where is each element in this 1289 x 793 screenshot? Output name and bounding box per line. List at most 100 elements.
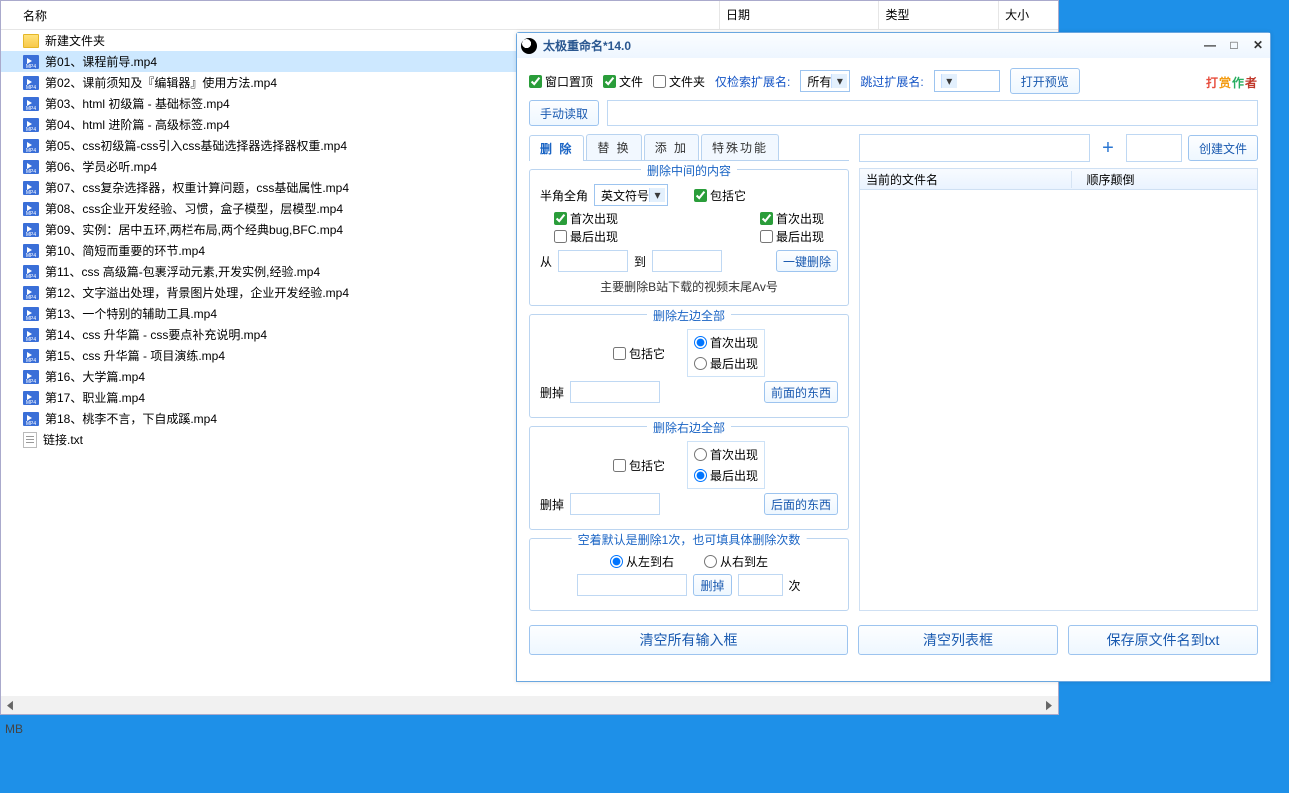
skip-ext-label: 跳过扩展名: xyxy=(860,73,923,90)
include-checkbox-1[interactable]: 包括它 xyxy=(694,187,746,204)
col-type[interactable]: 类型 xyxy=(878,1,998,29)
tab-special[interactable]: 特殊功能 xyxy=(701,134,779,160)
pin-checkbox[interactable]: 窗口置顶 xyxy=(529,73,593,90)
front-button[interactable]: 前面的东西 xyxy=(764,381,838,403)
col-name[interactable]: 名称 xyxy=(1,7,719,24)
first-radio-r[interactable]: 首次出现 xyxy=(694,446,758,463)
symbol-select[interactable]: 英文符号▾ xyxy=(594,184,668,206)
tabs: 删 除 替 换 添 加 特殊功能 xyxy=(529,134,849,161)
clear-list-button[interactable]: 清空列表框 xyxy=(858,625,1058,655)
only-ext-label: 仅检索扩展名: xyxy=(715,73,790,90)
video-icon xyxy=(23,76,39,90)
group-delete-middle: 删除中间的内容 半角全角 英文符号▾ 包括它 首次出现 最后出现 首次出现 最后… xyxy=(529,169,849,306)
path-input[interactable] xyxy=(607,100,1258,126)
footer: 清空所有输入框 清空列表框 保存原文件名到txt xyxy=(517,619,1270,665)
include-checkbox-2[interactable]: 包括它 xyxy=(613,345,665,362)
status-bar: MB xyxy=(5,722,23,736)
file-name: 第03、html 初级篇 - 基础标签.mp4 xyxy=(45,95,230,112)
to-input[interactable] xyxy=(652,250,722,272)
explorer-header: 名称 日期 类型 大小 xyxy=(1,1,1058,30)
file-name: 第14、css 升华篇 - css要点补充说明.mp4 xyxy=(45,326,267,343)
ext-select[interactable]: 所有▾ xyxy=(800,70,850,92)
file-list-body[interactable] xyxy=(859,190,1258,611)
col-date[interactable]: 日期 xyxy=(719,1,879,29)
from-input[interactable] xyxy=(558,250,628,272)
tab-replace[interactable]: 替 换 xyxy=(586,134,641,160)
from-label: 从 xyxy=(540,253,552,270)
video-icon xyxy=(23,181,39,195)
maximize-icon[interactable]: □ xyxy=(1226,39,1242,53)
file-name: 第07、css复杂选择器，权重计算问题，css基础属性.mp4 xyxy=(45,179,349,196)
include-checkbox-3[interactable]: 包括它 xyxy=(613,457,665,474)
video-icon xyxy=(23,307,39,321)
ext-input[interactable] xyxy=(1126,134,1182,162)
group-delete-right: 删除右边全部 包括它 首次出现 最后出现 删掉 后面的东西 xyxy=(529,426,849,530)
last-checkbox-l[interactable]: 最后出现 xyxy=(554,228,618,245)
first-checkbox-r[interactable]: 首次出现 xyxy=(760,210,824,227)
titlebar[interactable]: 太极重命名*14.0 — □ ✕ xyxy=(517,33,1270,58)
left-panel: 删 除 替 换 添 加 特殊功能 删除中间的内容 半角全角 英文符号▾ 包括它 … xyxy=(529,134,849,611)
video-icon xyxy=(23,244,39,258)
reward-label[interactable]: 打赏作者 xyxy=(1206,70,1258,93)
window-title: 太极重命名*14.0 xyxy=(543,37,631,54)
minimize-icon[interactable]: — xyxy=(1202,39,1218,53)
app-icon xyxy=(521,38,537,54)
video-icon xyxy=(23,370,39,384)
video-icon xyxy=(23,139,39,153)
del-count-button[interactable]: 删掉 xyxy=(693,574,731,596)
rtl-radio[interactable]: 从右到左 xyxy=(704,553,768,570)
file-name: 第17、职业篇.mp4 xyxy=(45,389,145,406)
file-name: 第08、css企业开发经验、习惯，盒子模型，层模型.mp4 xyxy=(45,200,343,217)
del-right-input[interactable] xyxy=(570,493,660,515)
new-file-input[interactable] xyxy=(859,134,1090,162)
create-file-button[interactable]: 创建文件 xyxy=(1188,135,1258,161)
close-icon[interactable]: ✕ xyxy=(1250,39,1266,53)
del-left-input[interactable] xyxy=(570,381,660,403)
video-icon xyxy=(23,160,39,174)
folder-checkbox[interactable]: 文件夹 xyxy=(653,73,705,90)
del-label-3: 删掉 xyxy=(540,496,564,513)
preview-button[interactable]: 打开预览 xyxy=(1010,68,1080,94)
last-radio-r[interactable]: 最后出现 xyxy=(694,467,758,484)
file-name: 第09、实例：居中五环,两栏布局,两个经典bug,BFC.mp4 xyxy=(45,221,343,238)
file-checkbox[interactable]: 文件 xyxy=(603,73,643,90)
file-name: 第12、文字溢出处理，背景图片处理，企业开发经验.mp4 xyxy=(45,284,349,301)
save-txt-button[interactable]: 保存原文件名到txt xyxy=(1068,625,1258,655)
back-button[interactable]: 后面的东西 xyxy=(764,493,838,515)
ltr-radio[interactable]: 从左到右 xyxy=(610,553,674,570)
top-toolbar: 窗口置顶 文件 文件夹 仅检索扩展名: 所有▾ 跳过扩展名: ▾ 打开预览 打赏… xyxy=(517,58,1270,98)
tab-add[interactable]: 添 加 xyxy=(644,134,699,160)
tab-delete[interactable]: 删 除 xyxy=(529,135,584,161)
file-name: 第02、课前须知及『编辑器』使用方法.mp4 xyxy=(45,74,277,91)
skip-ext-select[interactable]: ▾ xyxy=(934,70,1000,92)
scroll-right-icon[interactable]: ▸ xyxy=(1040,696,1058,714)
manual-read-button[interactable]: 手动读取 xyxy=(529,100,599,126)
last-checkbox-r[interactable]: 最后出现 xyxy=(760,228,824,245)
col-current-name[interactable]: 当前的文件名 xyxy=(860,171,1071,188)
col-reverse[interactable]: 顺序颠倒 xyxy=(1071,171,1149,188)
first-radio-l[interactable]: 首次出现 xyxy=(694,334,758,351)
to-label: 到 xyxy=(634,253,646,270)
video-icon xyxy=(23,286,39,300)
scroll-left-icon[interactable]: ◂ xyxy=(1,696,19,714)
file-name: 第10、简短而重要的环节.mp4 xyxy=(45,242,205,259)
list-header: 当前的文件名 顺序颠倒 xyxy=(859,168,1258,190)
video-icon xyxy=(23,265,39,279)
onekey-delete-button[interactable]: 一键删除 xyxy=(776,250,838,272)
rename-app-window: 太极重命名*14.0 — □ ✕ 窗口置顶 文件 文件夹 仅检索扩展名: 所有▾… xyxy=(516,32,1271,682)
video-icon xyxy=(23,97,39,111)
file-name: 链接.txt xyxy=(43,431,83,448)
count-input[interactable] xyxy=(738,574,783,596)
last-radio-l[interactable]: 最后出现 xyxy=(694,355,758,372)
group-delete-left: 删除左边全部 包括它 首次出现 最后出现 删掉 前面的东西 xyxy=(529,314,849,418)
plus-icon[interactable]: + xyxy=(1096,137,1120,160)
file-name: 第16、大学篇.mp4 xyxy=(45,368,145,385)
col-size[interactable]: 大小 xyxy=(998,1,1058,29)
first-checkbox-l[interactable]: 首次出现 xyxy=(554,210,618,227)
del-label-2: 删掉 xyxy=(540,384,564,401)
del-text-input[interactable] xyxy=(577,574,687,596)
clear-inputs-button[interactable]: 清空所有输入框 xyxy=(529,625,848,655)
times-label: 次 xyxy=(789,577,801,594)
h-scrollbar[interactable]: ◂ ▸ xyxy=(1,696,1058,714)
video-icon xyxy=(23,349,39,363)
